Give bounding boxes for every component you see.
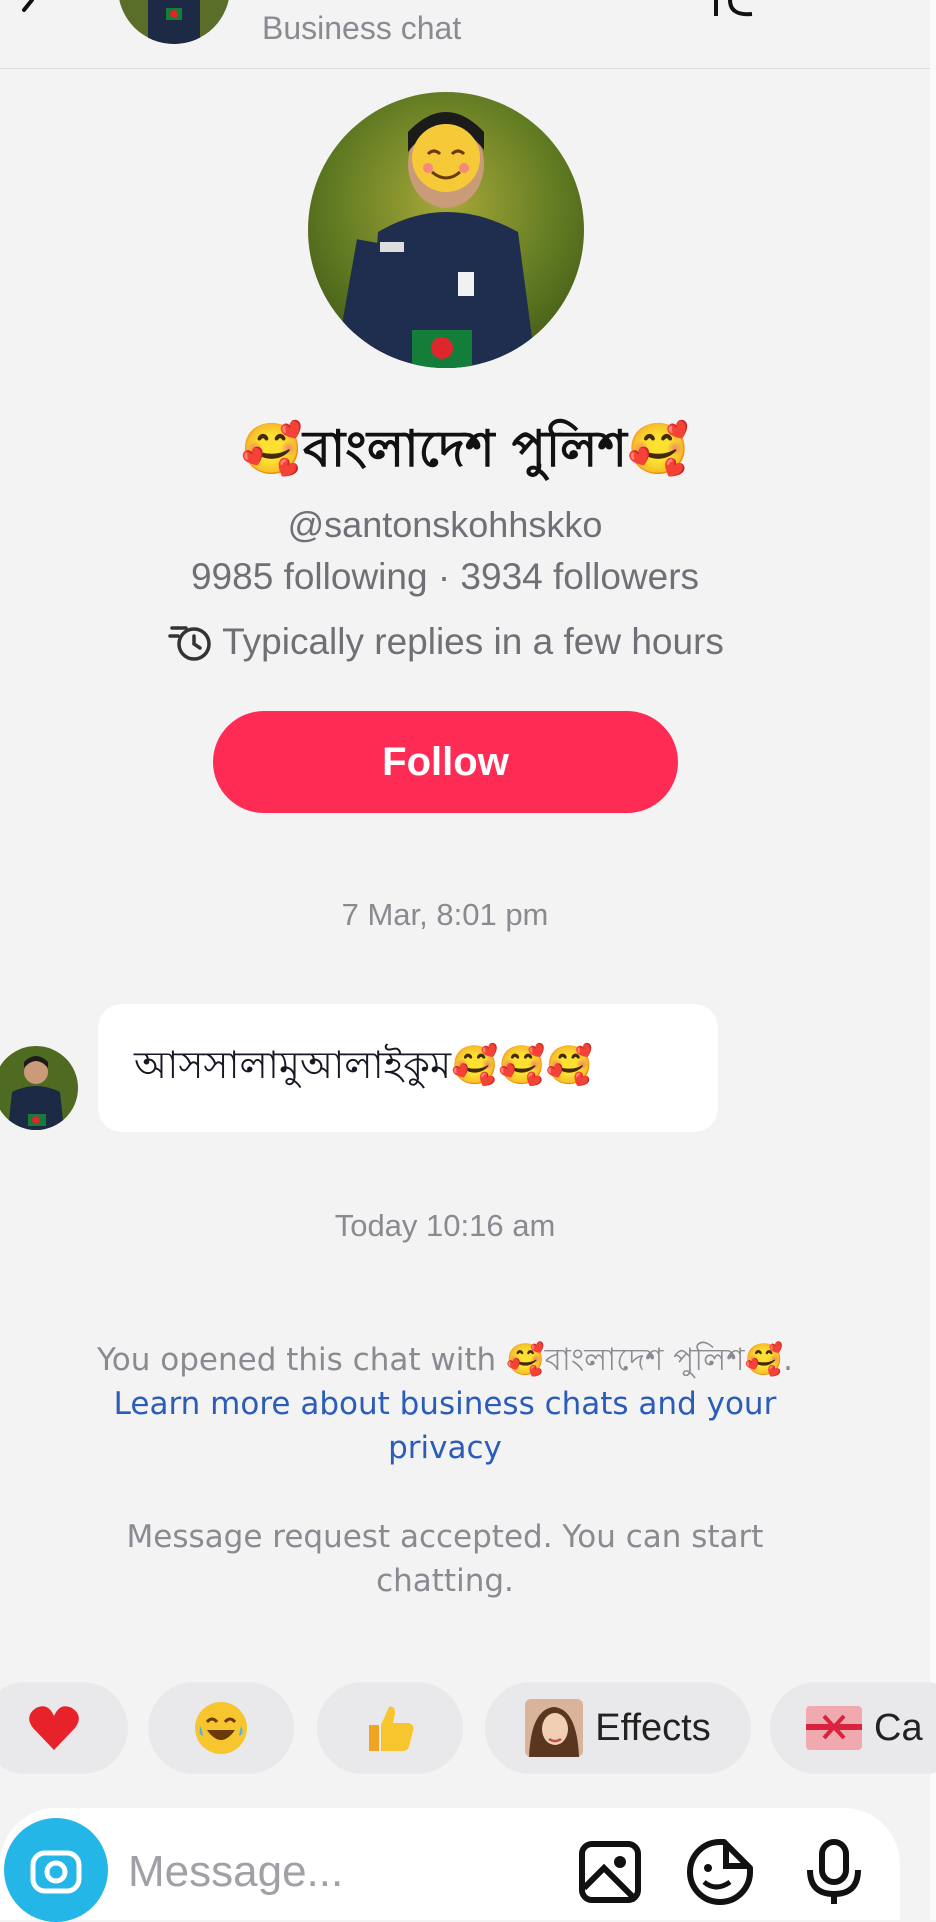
header-menu-icon[interactable]	[712, 0, 766, 18]
right-edge	[930, 0, 936, 1920]
reply-time-row: Typically replies in a few hours	[0, 618, 890, 664]
thumbs-up-icon	[369, 1706, 414, 1751]
microphone-icon[interactable]	[800, 1838, 868, 1906]
effects-label: Effects	[595, 1706, 711, 1749]
timer-icon	[168, 626, 211, 661]
camera-button[interactable]	[4, 1818, 108, 1922]
message-input[interactable]	[126, 1836, 550, 1908]
header-avatar[interactable]	[118, 0, 230, 44]
gallery-icon[interactable]	[576, 1838, 644, 1906]
request-accepted-notice: Message request accepted. You can start …	[126, 1519, 764, 1599]
sender-avatar[interactable]	[0, 1046, 78, 1130]
gift-card-icon	[806, 1706, 862, 1750]
effects-avatar-icon	[525, 1699, 584, 1757]
reply-time-text: Typically replies in a few hours	[222, 621, 724, 662]
quick-reaction-card[interactable]: Ca	[770, 1682, 936, 1774]
heart-icon	[29, 1706, 79, 1750]
profile-username: @santonskohhskko	[287, 504, 603, 545]
chat-header: Business chat	[0, 0, 930, 69]
message-timestamp: 7 Mar, 8:01 pm	[341, 897, 549, 932]
sticker-icon[interactable]	[686, 1838, 754, 1906]
today-timestamp: Today 10:16 am	[334, 1208, 556, 1243]
camera-icon	[30, 1850, 82, 1894]
profile-photo[interactable]	[308, 92, 584, 368]
back-arrow-icon[interactable]	[10, 0, 40, 14]
quick-reaction-laugh[interactable]	[148, 1682, 294, 1774]
quick-reaction-heart[interactable]	[0, 1682, 128, 1774]
notice-text: You opened this chat with 🥰বাংলাদেশ পুলি…	[96, 1342, 793, 1378]
message-bubble[interactable]: আসসালামুআলাইকুম🥰🥰🥰	[98, 1004, 718, 1132]
message-text: আসসালামুআলাইকুম🥰🥰🥰	[134, 1043, 594, 1087]
follow-button[interactable]: Follow	[213, 711, 678, 813]
laughing-face-icon	[195, 1702, 247, 1754]
quick-reaction-effects[interactable]: Effects	[485, 1682, 751, 1774]
profile-name: 🥰বাংলাদেশ পুলিশ🥰	[240, 420, 690, 478]
follow-stats: 9985 following · 3934 followers	[190, 556, 700, 597]
learn-more-link[interactable]: Learn more about business chats and your…	[114, 1386, 777, 1466]
business-chat-notice: You opened this chat with 🥰বাংলাদেশ পুলি…	[90, 1338, 800, 1470]
quick-reaction-thumbs-up[interactable]	[317, 1682, 463, 1774]
card-label: Ca	[874, 1706, 923, 1749]
header-subtitle: Business chat	[262, 10, 462, 46]
